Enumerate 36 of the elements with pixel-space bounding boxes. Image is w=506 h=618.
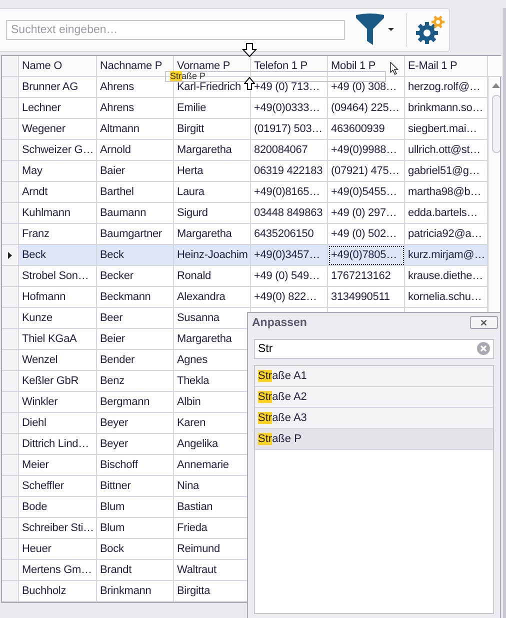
scrollbar-thumb[interactable] [492, 95, 500, 153]
search-field[interactable]: Suchtext eingeben… [6, 20, 345, 40]
filter-field[interactable]: Str [254, 339, 494, 359]
column-header[interactable]: Telefon 1 P [251, 56, 328, 77]
funnel-icon [355, 13, 385, 47]
table-row[interactable]: Hofmann Beckmann Alexandra +49(0) 822… 3134990511 kornelia.schu… [2, 287, 488, 308]
gears-icon [415, 15, 445, 45]
filter-button[interactable] [355, 12, 394, 48]
caret-icon [388, 28, 394, 32]
clear-icon[interactable] [477, 342, 490, 355]
row-indicator[interactable] [2, 245, 19, 266]
table-cell: +49(0)7805… [328, 245, 405, 266]
table-row[interactable]: Lechner Ahrens Emilie +49(0)0333… (09464) 225… brinkmann.so… [2, 98, 488, 119]
field-item[interactable]: Straße A2 [255, 387, 493, 408]
column-header[interactable]: E-Mail 1 P [405, 56, 488, 77]
table-row[interactable]: Beck Beck Heinz-Joachim +49(0)3457… +49(0)7805… kurz.mirjam@… [2, 245, 488, 266]
table-row[interactable]: Wegener Altmann Birgitt (01917) 503… 463600939 siegbert.mai… [2, 119, 488, 140]
cursor-icon [390, 62, 399, 75]
close-button[interactable]: ✕ [470, 316, 498, 329]
column-header[interactable]: Mobil 1 P [328, 56, 405, 77]
row-pointer-icon [8, 252, 12, 258]
table-row[interactable]: Franz Baumgartner Margaretha 6435206150 +49 (0) 502… patricia92@a… [2, 224, 488, 245]
table-row[interactable]: Kuhlmann Baumann Sigurd 03448 849863 +49 (0) 297… edda.bartels… [2, 203, 488, 224]
column-header[interactable]: Name O [19, 56, 97, 77]
field-item[interactable]: Straße A1 [255, 366, 493, 387]
table-row[interactable]: Strobel Son… Becker Ronald +49 (0) 549… 1767213162 krause.diethe… [2, 266, 488, 287]
panel-title: Anpassen [251, 316, 307, 328]
table-row[interactable]: Arndt Barthel Laura +49(0)8165… +49(0)5455… martha98@b… [2, 182, 488, 203]
table-cell: Brinkmann [97, 581, 174, 602]
scroll-up-icon [492, 83, 500, 88]
table-row[interactable]: Schweizer G… Arnold Margaretha 820084067 +49(0)9988… ullrich.ott@st… [2, 140, 488, 161]
table-cell: Buchholz [19, 581, 97, 602]
field-item[interactable]: Straße P [255, 429, 493, 450]
table-row[interactable]: May Baier Herta 06319 422183 (07921) 475… gabriel51@g… [2, 161, 488, 182]
field-item[interactable]: Straße A3 [255, 408, 493, 429]
drop-up-arrow-icon [244, 77, 255, 90]
